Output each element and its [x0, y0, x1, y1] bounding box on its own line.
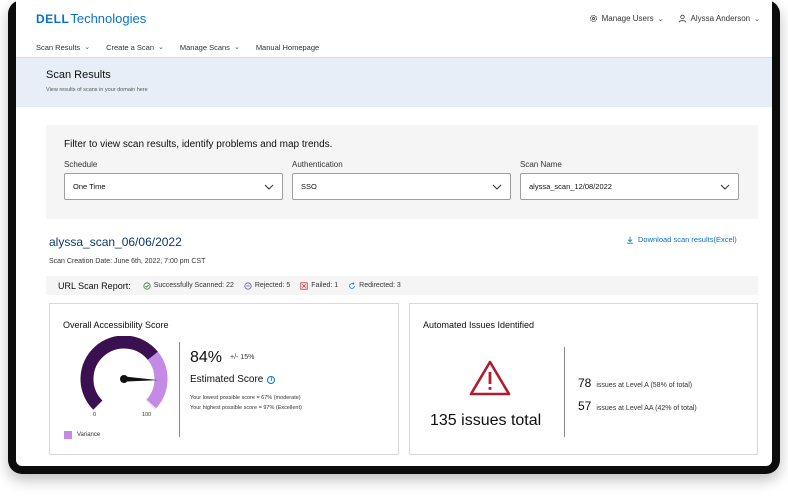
scan-name-label: Scan Name — [520, 160, 562, 169]
page-banner: Scan Results View results of scans in yo… — [16, 58, 772, 107]
redirect-icon — [349, 281, 355, 289]
nav-label: Scan Results — [36, 42, 81, 52]
nav-label: Manage Scans — [179, 42, 230, 52]
page-subtitle: View results of scans in your domain her… — [46, 87, 148, 93]
scan-name-value: alyssa_scan_12/08/2022 — [529, 182, 612, 191]
filter-panel: Filter to view scan results, identify pr… — [46, 125, 758, 219]
status-rejected: Rejected: 5 — [244, 281, 291, 290]
accessibility-score-card: Overall Accessibility Score 0 100 Varian… — [49, 303, 399, 455]
nav-create-scan[interactable]: Create a Scan ⌄ — [106, 43, 164, 52]
user-name: Alyssa Anderson — [690, 14, 751, 23]
variance-legend: Variance — [64, 431, 100, 439]
url-report-label: URL Scan Report: — [58, 280, 131, 291]
chevron-down-icon: ⌄ — [657, 15, 664, 23]
page-title: Scan Results — [46, 69, 111, 81]
gauge-needle — [123, 376, 158, 382]
successful-count: Successfully Scanned: 22 — [153, 282, 234, 289]
issues-card-title: Automated Issues Identified — [423, 320, 535, 330]
redirected-count: Redirected: 3 — [359, 282, 401, 289]
gear-icon — [589, 14, 597, 23]
automated-issues-card: Automated Issues Identified 135 issues t… — [409, 303, 758, 455]
estimated-score-label: Estimated Score — [190, 374, 264, 385]
nav-manage-scans[interactable]: Manage Scans ⌄ — [180, 43, 240, 52]
check-circle-icon — [143, 281, 151, 290]
dell-logo[interactable]: DELL Technologies — [36, 11, 146, 26]
level-a-count: 78 — [578, 376, 592, 390]
top-bar: DELL Technologies Manage Users ⌄ Alyssa … — [16, 0, 772, 37]
score-value: 84% — [190, 349, 223, 366]
level-a-issues: 78 issues at Level A (58% of total) — [578, 376, 692, 390]
warning-icon — [469, 360, 511, 396]
chevron-down-icon: ⌄ — [158, 44, 164, 51]
filter-heading: Filter to view scan results, identify pr… — [64, 139, 333, 150]
variance-swatch — [64, 431, 72, 439]
chevron-down-icon — [264, 184, 274, 190]
status-successful: Successfully Scanned: 22 — [143, 281, 234, 290]
main-nav: Scan Results ⌄ Create a Scan ⌄ Manage Sc… — [16, 37, 772, 58]
lowest-score-note: Your lowest possible score = 67% (modera… — [190, 395, 301, 401]
scan-title: alyssa_scan_06/06/2022 — [49, 235, 182, 249]
app-screen: DELL Technologies Manage Users ⌄ Alyssa … — [16, 0, 772, 466]
chevron-down-icon: ⌄ — [754, 15, 760, 23]
nav-label: Create a Scan — [106, 42, 155, 52]
rejected-count: Rejected: 5 — [254, 282, 291, 289]
failed-count: Failed: 1 — [311, 282, 339, 289]
nav-label: Manual Homepage — [255, 42, 320, 52]
level-aa-count: 57 — [578, 399, 592, 413]
schedule-select[interactable]: One Time — [64, 173, 283, 200]
chevron-down-icon: ⌄ — [84, 44, 91, 51]
gauge-max-label: 100 — [142, 412, 152, 418]
download-label: Download scan results(Excel) — [638, 235, 737, 244]
level-a-text: issues at Level A (58% of total) — [596, 382, 693, 389]
schedule-label: Schedule — [64, 160, 98, 169]
highest-score-note: Your highest possible score = 97% (Excel… — [190, 405, 302, 411]
variance-label: Variance — [77, 432, 101, 438]
manage-users-label: Manage Users — [601, 14, 654, 23]
user-icon — [678, 14, 686, 23]
issues-total: 135 issues total — [430, 412, 542, 429]
info-icon[interactable]: i — [267, 375, 276, 384]
score-card-title: Overall Accessibility Score — [63, 320, 169, 330]
estimated-score: Estimated Score i — [190, 374, 276, 385]
level-aa-text: issues at Level AA (42% of total) — [596, 405, 697, 412]
user-menu[interactable]: Alyssa Anderson ⌄ — [678, 14, 760, 23]
logo-text: Technologies — [70, 11, 147, 26]
authentication-select[interactable]: SSO — [292, 173, 511, 200]
authentication-field: Authentication SSO — [292, 160, 511, 200]
scan-name-field: Scan Name alyssa_scan_12/08/2022 — [520, 160, 739, 200]
level-aa-issues: 57 issues at Level AA (42% of total) — [578, 399, 697, 413]
gauge-min-label: 0 — [93, 412, 97, 418]
device-frame: DELL Technologies Manage Users ⌄ Alyssa … — [8, 0, 780, 474]
chevron-down-icon — [492, 184, 502, 190]
authentication-value: SSO — [301, 182, 317, 191]
minus-circle-icon — [244, 281, 252, 290]
score-divider — [179, 342, 180, 437]
gauge-score-arc — [80, 336, 158, 410]
score-gauge — [80, 336, 168, 410]
url-scan-report: URL Scan Report: Successfully Scanned: 2… — [46, 276, 758, 295]
authentication-label: Authentication — [292, 160, 343, 169]
manage-users-menu[interactable]: Manage Users ⌄ — [589, 14, 664, 23]
gauge-hub — [120, 375, 128, 383]
status-redirected: Redirected: 3 — [348, 281, 401, 290]
chevron-down-icon — [720, 184, 730, 190]
filter-row: Schedule One Time Authentication SSO Sca… — [64, 160, 740, 200]
scan-name-select[interactable]: alyssa_scan_12/08/2022 — [520, 173, 739, 200]
close-box-icon — [300, 281, 308, 290]
score-variance: +/- 15% — [230, 354, 255, 361]
download-results-link[interactable]: Download scan results(Excel) — [626, 235, 737, 244]
download-icon — [627, 236, 633, 244]
nav-manual-homepage[interactable]: Manual Homepage — [256, 43, 319, 52]
logo-brand: DELL — [36, 11, 70, 26]
nav-scan-results[interactable]: Scan Results ⌄ — [36, 43, 90, 52]
top-right-actions: Manage Users ⌄ Alyssa Anderson ⌄ — [589, 14, 760, 23]
status-failed: Failed: 1 — [300, 281, 339, 290]
schedule-field: Schedule One Time — [64, 160, 283, 200]
chevron-down-icon: ⌄ — [233, 44, 240, 51]
issues-divider — [564, 347, 565, 437]
scan-creation-date: Scan Creation Date: June 6th, 2022, 7:00… — [49, 258, 206, 265]
schedule-value: One Time — [73, 182, 106, 191]
